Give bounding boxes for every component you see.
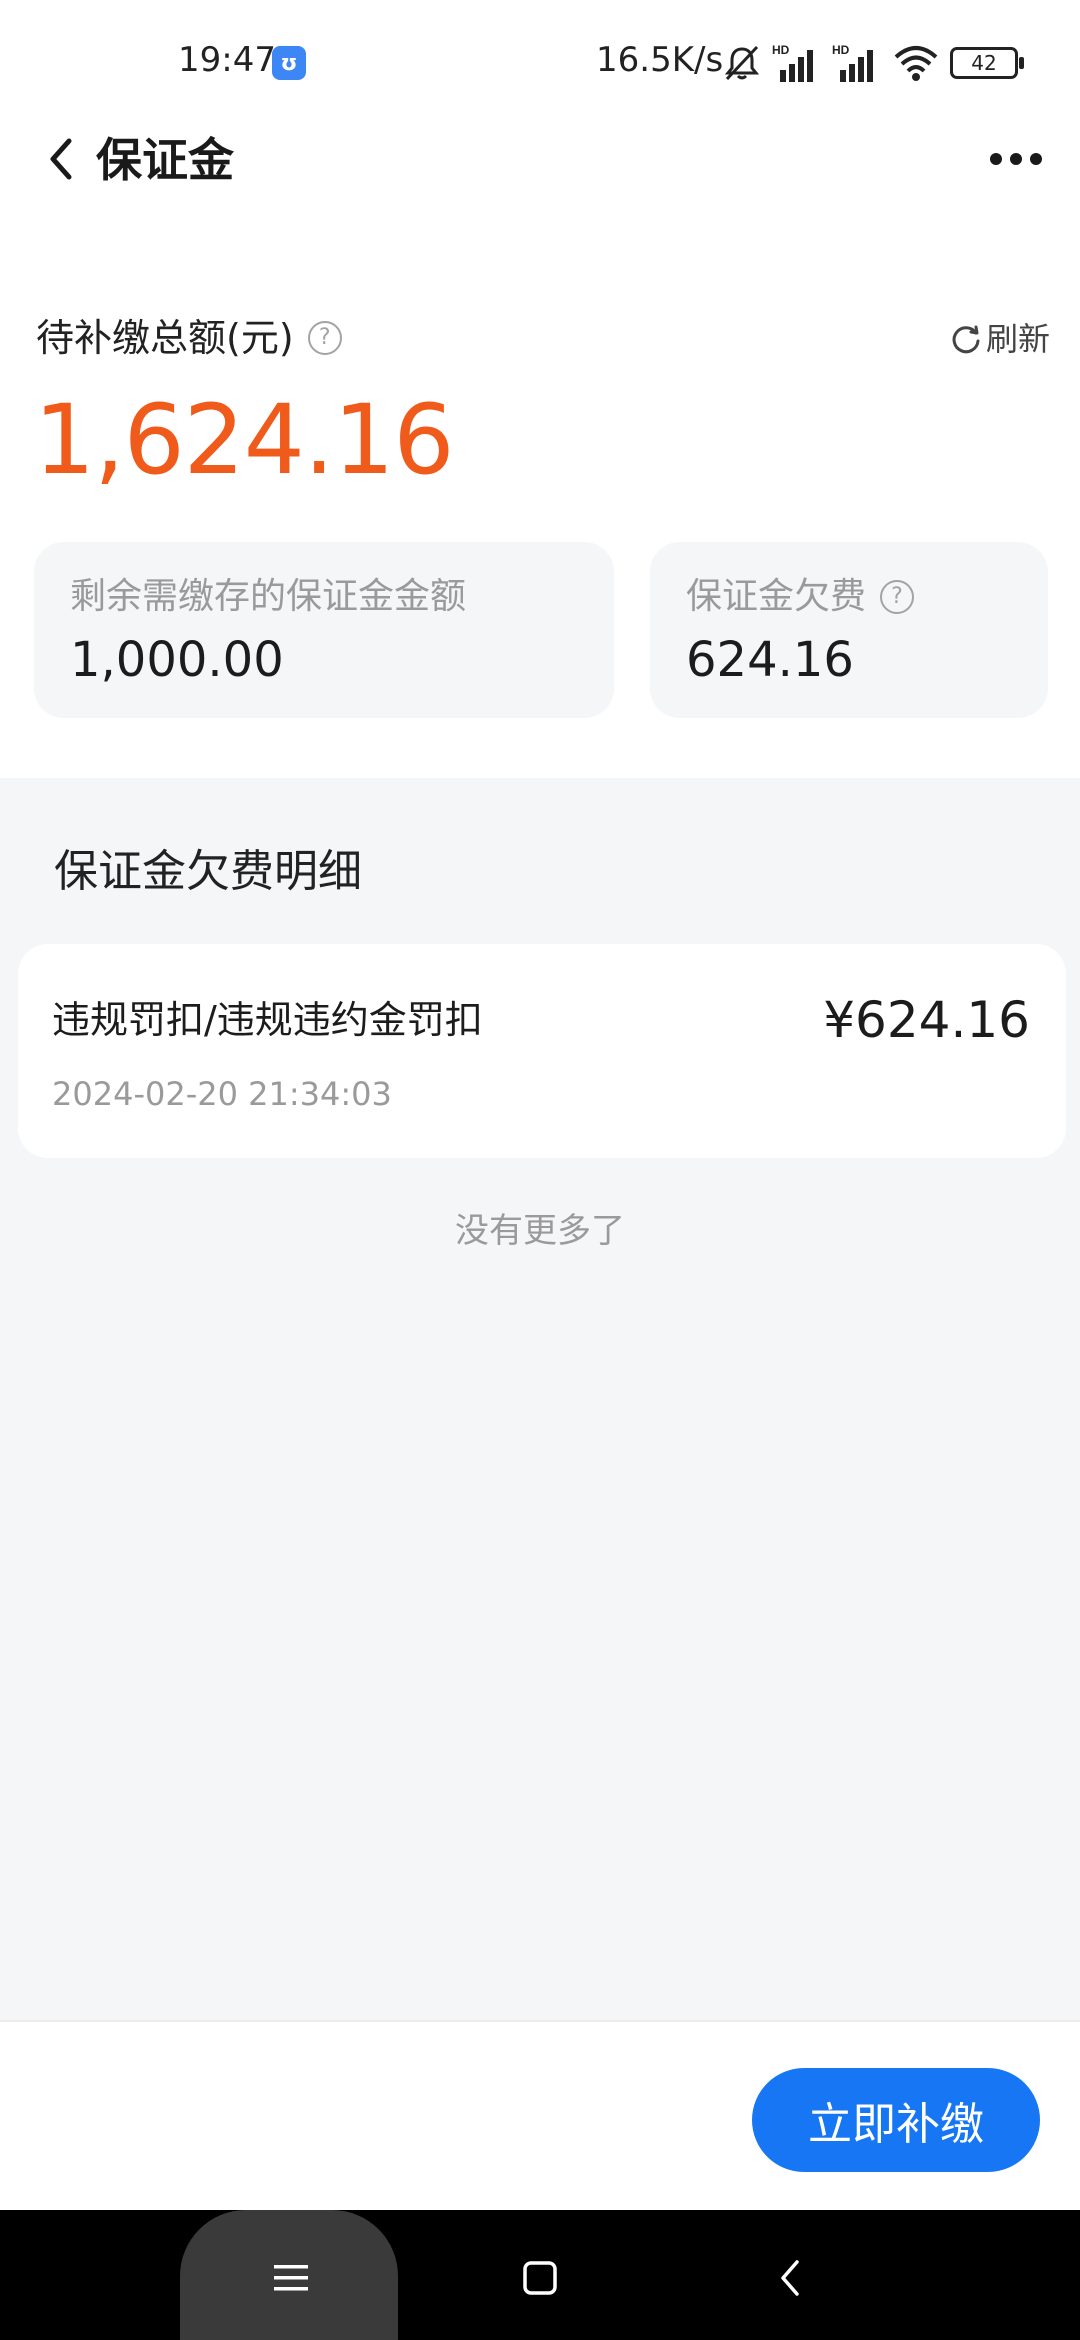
- pay-now-button[interactable]: 立即补缴: [752, 2068, 1040, 2172]
- home-button[interactable]: [520, 2258, 560, 2298]
- more-button[interactable]: [976, 124, 1056, 194]
- detail-section: 保证金欠费明细 违规罚扣/违规违约金罚扣 ¥624.16 2024-02-20 …: [0, 778, 1080, 2020]
- home-icon: [523, 2261, 557, 2295]
- refresh-button[interactable]: 刷新: [950, 316, 1050, 362]
- status-time: 19:47: [178, 40, 276, 80]
- remaining-deposit-card: 剩余需缴存的保证金金额 1,000.00: [34, 542, 614, 718]
- no-more-text: 没有更多了: [455, 1211, 625, 1251]
- network-speed: 16.5K/s: [596, 40, 724, 80]
- svg-text:HD: HD: [832, 43, 850, 57]
- list-item[interactable]: 违规罚扣/违规违约金罚扣 ¥624.16 2024-02-20 21:34:03: [18, 944, 1066, 1158]
- status-icons: HD HD 42: [722, 38, 1024, 88]
- card-value: 624.16: [686, 632, 854, 688]
- wifi-icon: [894, 46, 938, 81]
- refresh-label: 刷新: [985, 320, 1050, 358]
- section-title: 保证金欠费明细: [54, 846, 362, 897]
- signal-icon: HD: [772, 43, 813, 82]
- page-title: 保证金: [96, 133, 234, 187]
- menu-button[interactable]: [266, 2258, 316, 2298]
- arrears-card: 保证金欠费 ? 624.16: [650, 542, 1048, 718]
- app-notification-icon: ʊ: [272, 46, 306, 80]
- card-label-text: 保证金欠费: [686, 576, 867, 617]
- action-bar: 立即补缴: [0, 2020, 1080, 2212]
- help-icon[interactable]: ?: [880, 580, 915, 614]
- battery-icon: 42: [950, 47, 1024, 79]
- signal-icon: HD: [832, 43, 873, 82]
- refresh-icon: [952, 325, 980, 354]
- header: 保证金: [0, 110, 1080, 210]
- card-label: 保证金欠费 ?: [686, 572, 915, 622]
- card-value: 1,000.00: [70, 632, 284, 688]
- help-icon[interactable]: ?: [307, 321, 342, 355]
- svg-text:HD: HD: [772, 43, 790, 57]
- record-amount: ¥624.16: [823, 991, 1030, 1049]
- record-title: 违规罚扣/违规违约金罚扣: [52, 998, 483, 1042]
- back-button[interactable]: [30, 124, 90, 194]
- menu-icon: [274, 2265, 308, 2291]
- nav-back-button[interactable]: [770, 2256, 810, 2300]
- more-dots-icon: [990, 153, 1042, 165]
- card-label: 剩余需缴存的保证金金额: [70, 572, 466, 622]
- card-label-text: 剩余需缴存的保证金金额: [70, 576, 467, 617]
- battery-level: 42: [971, 51, 997, 75]
- chevron-left-icon: [50, 138, 72, 180]
- total-label: 待补缴总额(元) ?: [36, 312, 342, 364]
- total-label-text: 待补缴总额(元): [36, 316, 294, 360]
- status-bar: 19:47 ʊ 16.5K/s HD HD 42: [0, 0, 1080, 120]
- back-icon: [781, 2260, 799, 2296]
- record-time: 2024-02-20 21:34:03: [52, 1075, 392, 1113]
- mute-icon: [724, 45, 760, 81]
- total-amount: 1,624.16: [34, 384, 454, 496]
